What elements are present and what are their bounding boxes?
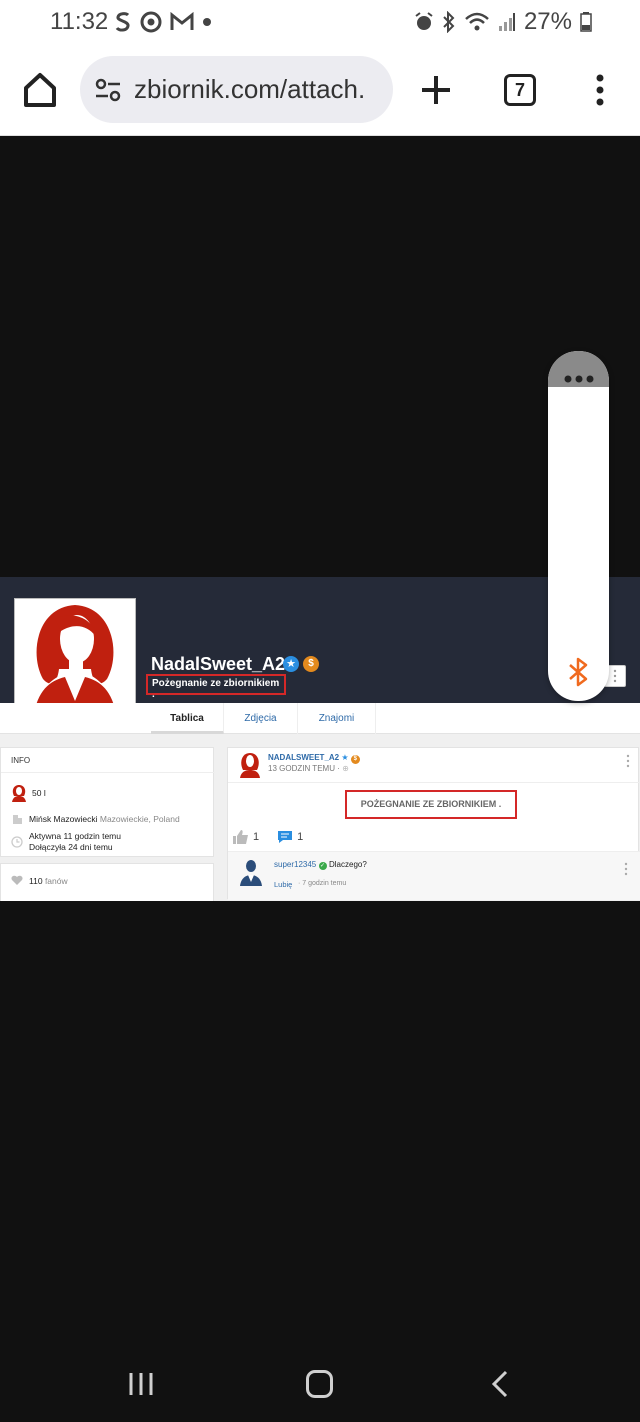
comment-username[interactable]: super12345 ✓ bbox=[274, 860, 327, 870]
like-count: 1 bbox=[253, 831, 260, 843]
post-body: POŻEGNANIE ZE ZBIORNIKIEM . bbox=[345, 790, 517, 819]
profile-avatar[interactable] bbox=[14, 598, 136, 718]
tab-zdjecia[interactable]: Zdjęcia bbox=[224, 703, 298, 734]
battery-percent: 27% bbox=[523, 8, 572, 35]
home-icon[interactable] bbox=[20, 70, 60, 110]
verified-star-icon: ★ bbox=[341, 753, 349, 762]
female-avatar-icon bbox=[33, 605, 117, 717]
heart-icon bbox=[11, 875, 23, 885]
post-time: 13 GODZIN TEMU · ⊕ bbox=[268, 764, 349, 773]
status-left-icons bbox=[114, 10, 212, 34]
home-nav-icon[interactable] bbox=[306, 1370, 333, 1398]
chrome-icon bbox=[140, 11, 162, 33]
comment: super12345 ✓ Dlaczego? Lubię · 7 godzin … bbox=[228, 851, 640, 900]
url-bar[interactable]: zbiornik.com/attach. bbox=[80, 56, 393, 123]
more-dots-icon[interactable] bbox=[563, 375, 595, 383]
gmail-icon bbox=[170, 12, 194, 30]
clock-icon bbox=[11, 836, 23, 848]
bluetooth-icon[interactable] bbox=[566, 657, 592, 687]
status-right-icons: 27% bbox=[414, 8, 592, 36]
info-region: Mazowieckie, Poland bbox=[99, 814, 180, 824]
info-card: INFO 50 l Mińsk Mazowiecki Mazowieckie, … bbox=[0, 747, 215, 857]
post-options-icon[interactable] bbox=[626, 754, 630, 768]
status-bar: 11:32 27% bbox=[0, 0, 640, 46]
check-icon: ✓ bbox=[318, 862, 327, 870]
divider bbox=[1, 772, 215, 773]
comment-count: 1 bbox=[297, 831, 304, 843]
post-author-name[interactable]: NADALSWEET_A2 ★ $ bbox=[268, 753, 360, 764]
post-stats: 1 1 bbox=[233, 830, 303, 844]
url-text: zbiornik.com/attach. bbox=[134, 74, 366, 104]
info-joined: Dołączyła 24 dni temu bbox=[29, 842, 113, 852]
coin-badge-icon: $ bbox=[303, 656, 319, 672]
status-time: 11:32 bbox=[50, 8, 109, 35]
battery-icon bbox=[580, 12, 592, 32]
new-tab-icon[interactable] bbox=[418, 72, 454, 108]
profile-page: NadalSweet_A2 ★ $ Pożegnanie ze zbiornik… bbox=[0, 577, 640, 901]
alarm-icon bbox=[415, 12, 433, 30]
tab-tablica[interactable]: Tablica bbox=[151, 703, 224, 734]
verified-star-icon: ★ bbox=[283, 656, 299, 672]
floating-bluetooth-panel[interactable] bbox=[548, 351, 609, 701]
profile-status-message: Pożegnanie ze zbiornikiem . bbox=[146, 674, 286, 700]
wall-post: NADALSWEET_A2 ★ $ 13 GODZIN TEMU · ⊕ POŻ… bbox=[227, 747, 640, 900]
male-avatar-icon[interactable] bbox=[237, 858, 265, 886]
comment-options-icon[interactable] bbox=[624, 862, 628, 876]
info-age: 50 l bbox=[32, 788, 46, 798]
info-active: Aktywna 11 godzin temu bbox=[29, 831, 121, 841]
bluetooth-icon bbox=[443, 11, 455, 33]
dot-icon bbox=[203, 18, 211, 26]
site-settings-icon[interactable] bbox=[94, 76, 122, 104]
s-app-icon bbox=[115, 12, 130, 32]
browser-toolbar: zbiornik.com/attach. 7 bbox=[0, 46, 640, 136]
tab-switcher-button[interactable]: 7 bbox=[504, 74, 536, 106]
post-author-avatar[interactable] bbox=[237, 752, 263, 778]
fans-card: 110 fanów bbox=[0, 863, 214, 901]
divider bbox=[228, 782, 640, 783]
info-location: Mińsk Mazowiecki Mazowieckie, Poland bbox=[29, 814, 180, 824]
comment-text: Dlaczego? bbox=[329, 860, 367, 869]
more-menu-icon[interactable] bbox=[592, 72, 608, 108]
back-icon[interactable] bbox=[490, 1370, 510, 1398]
profile-tabs: Tablica Zdjęcia Znajomi bbox=[0, 703, 640, 734]
globe-icon: ⊕ bbox=[342, 764, 349, 773]
comment-time: · 7 godzin temu bbox=[298, 880, 347, 887]
fans-count: 110 fanów bbox=[29, 876, 68, 886]
comment-icon[interactable] bbox=[277, 830, 293, 844]
signal-icon bbox=[498, 13, 515, 31]
comment-like-link[interactable]: Lubię bbox=[274, 880, 292, 889]
profile-name: NadalSweet_A2 bbox=[151, 654, 286, 674]
building-icon bbox=[13, 815, 22, 824]
coin-badge-icon: $ bbox=[350, 755, 360, 764]
info-header: INFO bbox=[11, 756, 31, 765]
female-small-icon bbox=[12, 785, 26, 802]
info-city: Mińsk Mazowiecki bbox=[29, 814, 98, 824]
thumbs-up-icon[interactable] bbox=[233, 830, 249, 844]
tab-znajomi[interactable]: Znajomi bbox=[298, 703, 376, 734]
wifi-icon bbox=[465, 12, 489, 31]
recents-icon[interactable] bbox=[128, 1372, 154, 1396]
